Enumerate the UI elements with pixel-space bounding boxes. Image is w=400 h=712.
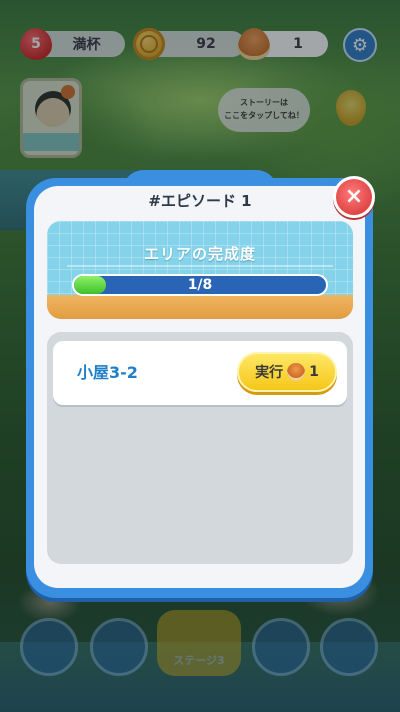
run-task-button[interactable]: 実行 1 (237, 352, 337, 392)
area-progress-text: 1/8 (187, 277, 213, 293)
modal-title: #エピソード 1 (148, 192, 252, 210)
task-name: 小屋3-2 (77, 363, 138, 382)
run-button-cost: 1 (309, 364, 319, 380)
task-row: 小屋3-2 実行 1 (53, 341, 347, 405)
area-sand-bg (47, 295, 353, 319)
close-icon: × (344, 184, 364, 209)
area-completion-label: エリアの完成度 (143, 245, 256, 263)
divider (67, 265, 333, 267)
area-progress-bar: 1/8 (72, 274, 328, 296)
area-completion-panel: エリアの完成度 1/8 (47, 221, 353, 319)
close-button[interactable]: × (333, 176, 375, 218)
dorayaki-cost-icon (287, 363, 306, 381)
run-button-label: 実行 (255, 365, 284, 381)
